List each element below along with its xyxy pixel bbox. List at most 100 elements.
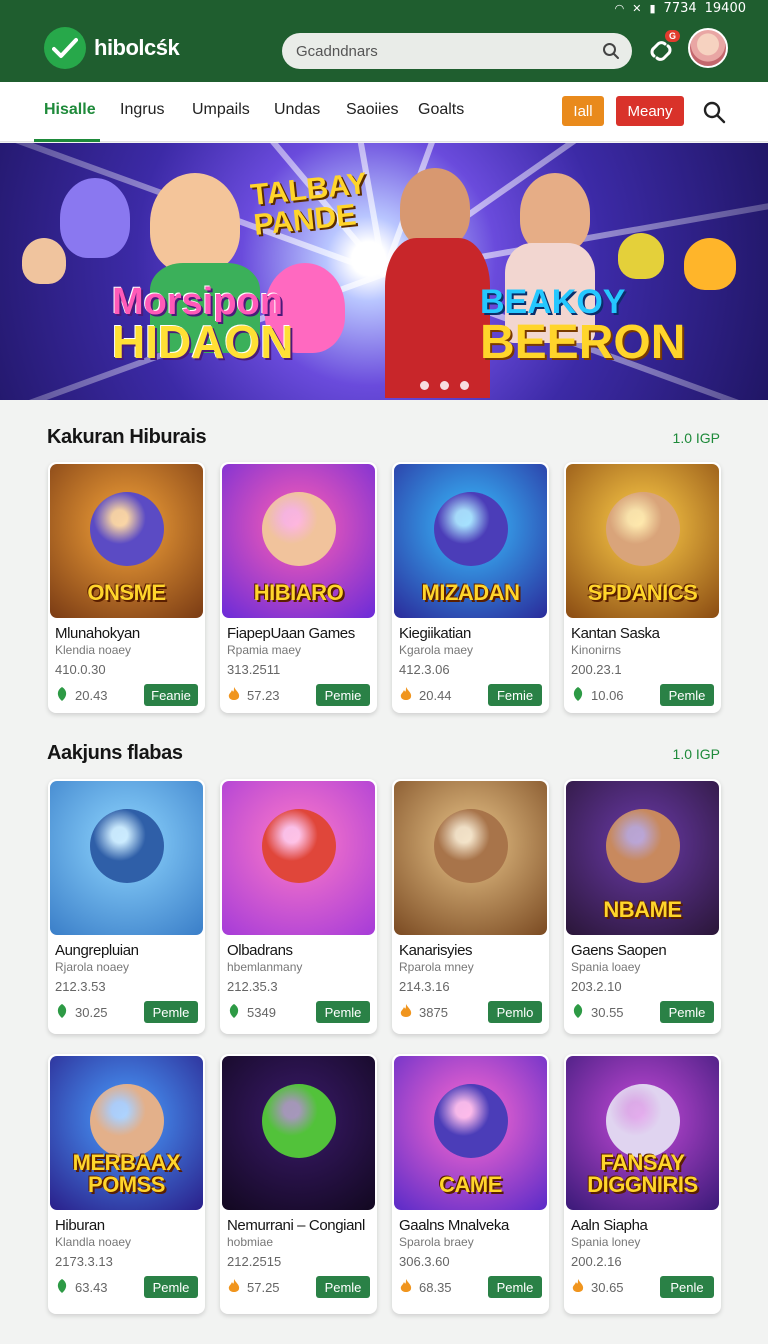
section-see-all-link[interactable]: 1.0 IGP (673, 746, 720, 762)
carousel-dot[interactable] (460, 381, 469, 390)
play-button[interactable]: Pemle (316, 1001, 370, 1023)
thumbnail-title-art: MERBAAX POMSS (72, 1150, 181, 1197)
rating-value: 57.25 (247, 1280, 280, 1295)
game-thumbnail[interactable]: FANSAY DIGGNIRIS (566, 1056, 719, 1210)
character-art (262, 809, 336, 883)
game-stat: 2173.3.13 (55, 1254, 113, 1269)
game-stat: 212.2515 (227, 1254, 282, 1269)
notification-button[interactable]: G (646, 30, 680, 66)
character-art (606, 809, 680, 883)
game-stat: 410.0.30 (55, 662, 106, 677)
game-card[interactable]: Kanarisyies Rparola mney 214.3.16 3875 Pemlo (392, 779, 549, 1034)
game-subtitle: Kinonirns (571, 643, 622, 657)
game-thumbnail[interactable]: MERBAAX POMSS (50, 1056, 203, 1210)
play-button[interactable]: Pemlo (488, 1001, 542, 1023)
search-input[interactable] (296, 42, 602, 60)
nav-item-1[interactable]: Ingrus (120, 101, 164, 119)
rating-value: 10.06 (591, 688, 624, 703)
game-name: Gaens Saopen (571, 942, 667, 959)
game-card[interactable]: ONSME Mlunahokyan Klendia noaey 410.0.30 20.… (48, 462, 205, 713)
banner-title-left-line2: HIDAON (112, 316, 294, 368)
game-stat: 203.2.10 (571, 979, 622, 994)
play-button[interactable]: Pemle (660, 1001, 714, 1023)
game-card[interactable]: Olbadrans hbemlanmany 212.35.3 5349 Pemle (220, 779, 377, 1034)
leaf-icon (571, 686, 585, 705)
game-subtitle: Rjarola noaey (55, 960, 130, 974)
game-thumbnail[interactable]: SPDANICS (566, 464, 719, 618)
nav-item-3[interactable]: Undas (274, 101, 320, 119)
rating-value: 57.23 (247, 688, 280, 703)
nav-search-icon[interactable] (702, 100, 726, 124)
status-bar: ◠ ✕ ▮ 7734 19400 (615, 0, 746, 16)
character-art (434, 809, 508, 883)
play-button[interactable]: Pemle (144, 1001, 198, 1023)
carousel-dot[interactable] (440, 381, 449, 390)
status-text-2: 19400 (704, 0, 746, 16)
game-thumbnail[interactable] (222, 781, 375, 935)
yellow-creature-character (618, 233, 664, 279)
game-card[interactable]: CAME Gaalns Mnalveka Sparola braey 306.3.60… (392, 1054, 549, 1314)
game-thumbnail[interactable]: MIZADAN (394, 464, 547, 618)
game-thumbnail[interactable]: ONSME (50, 464, 203, 618)
game-name: Gaalns Mnalveka (399, 1217, 509, 1234)
top-app-bar: ◠ ✕ ▮ 7734 19400 hibolcśk G (0, 0, 768, 82)
rating-value: 63.43 (75, 1280, 108, 1295)
game-card[interactable]: Aungrepluian Rjarola noaey 212.3.53 30.25 Pe… (48, 779, 205, 1034)
orange-action-button[interactable]: Iall (562, 96, 604, 126)
flame-icon (571, 1278, 585, 1297)
play-button[interactable]: Pemle (660, 684, 714, 706)
game-card[interactable]: SPDANICS Kantan Saska Kinonirns 200.23.1 10.… (564, 462, 721, 713)
nav-item-2[interactable]: Umpails (192, 101, 250, 119)
game-card[interactable]: MIZADAN Kiegiikatian Kgarola maey 412.3.06 2… (392, 462, 549, 713)
rating-value: 30.25 (75, 1005, 108, 1020)
red-action-button[interactable]: Meany (616, 96, 684, 126)
game-card[interactable]: MERBAAX POMSS Hiburan Klandla noaey 2173.3.… (48, 1054, 205, 1314)
leaf-icon (55, 686, 69, 705)
character-art (90, 1084, 164, 1158)
leaf-icon (571, 1003, 585, 1022)
game-stat: 313.2511 (227, 662, 281, 677)
section-see-all-link[interactable]: 1.0 IGP (673, 430, 720, 446)
nav-item-5[interactable]: Goalts (418, 101, 464, 119)
search-icon[interactable] (602, 42, 620, 60)
play-button[interactable]: Pemle (144, 1276, 198, 1298)
carousel-dot[interactable] (420, 381, 429, 390)
search-bar[interactable] (282, 33, 632, 69)
carousel-dots[interactable] (420, 381, 469, 390)
game-subtitle: hbemlanmany (227, 960, 303, 974)
nav-item-0[interactable]: Hisalle (44, 101, 96, 119)
play-button[interactable]: Femie (488, 684, 542, 706)
user-avatar[interactable] (688, 28, 728, 68)
logo-text: hibolcśk (94, 35, 180, 60)
app-logo[interactable]: hibolcśk (44, 27, 180, 69)
game-card[interactable]: NBAME Gaens Saopen Spania loaey 203.2.10 30.… (564, 779, 721, 1034)
game-thumbnail[interactable] (50, 781, 203, 935)
game-card[interactable]: Nemurrani – Congianl hobmiae 212.2515 57.25… (220, 1054, 377, 1314)
game-thumbnail[interactable]: HIBIARO (222, 464, 375, 618)
game-thumbnail[interactable] (222, 1056, 375, 1210)
game-rating: 63.43 (55, 1278, 108, 1297)
character-art (606, 492, 680, 566)
game-name: Kantan Saska (571, 625, 660, 642)
game-name: Olbadrans (227, 942, 293, 959)
play-button[interactable]: Pemie (316, 684, 370, 706)
play-button[interactable]: Feanie (144, 684, 198, 706)
play-button[interactable]: Penle (660, 1276, 714, 1298)
character-art (90, 809, 164, 883)
game-card[interactable]: HIBIARO FiapepUaan Games Rpamia maey 313.25… (220, 462, 377, 713)
man-character (400, 168, 470, 248)
game-thumbnail[interactable]: NBAME (566, 781, 719, 935)
logo-check-icon (44, 27, 86, 69)
thumbnail-title-art: NBAME (603, 897, 682, 922)
game-card[interactable]: FANSAY DIGGNIRIS Aaln Siapha Spania loney 2… (564, 1054, 721, 1314)
nav-item-4[interactable]: Saoiies (346, 101, 398, 119)
play-button[interactable]: Pemle (488, 1276, 542, 1298)
play-button[interactable]: Pemle (316, 1276, 370, 1298)
section-title: Aakjuns flabas (47, 742, 183, 764)
game-name: Mlunahokyan (55, 625, 140, 642)
game-thumbnail[interactable] (394, 781, 547, 935)
man-red-shirt (385, 238, 490, 398)
character-art (434, 492, 508, 566)
active-tab-indicator (34, 139, 100, 142)
game-thumbnail[interactable]: CAME (394, 1056, 547, 1210)
